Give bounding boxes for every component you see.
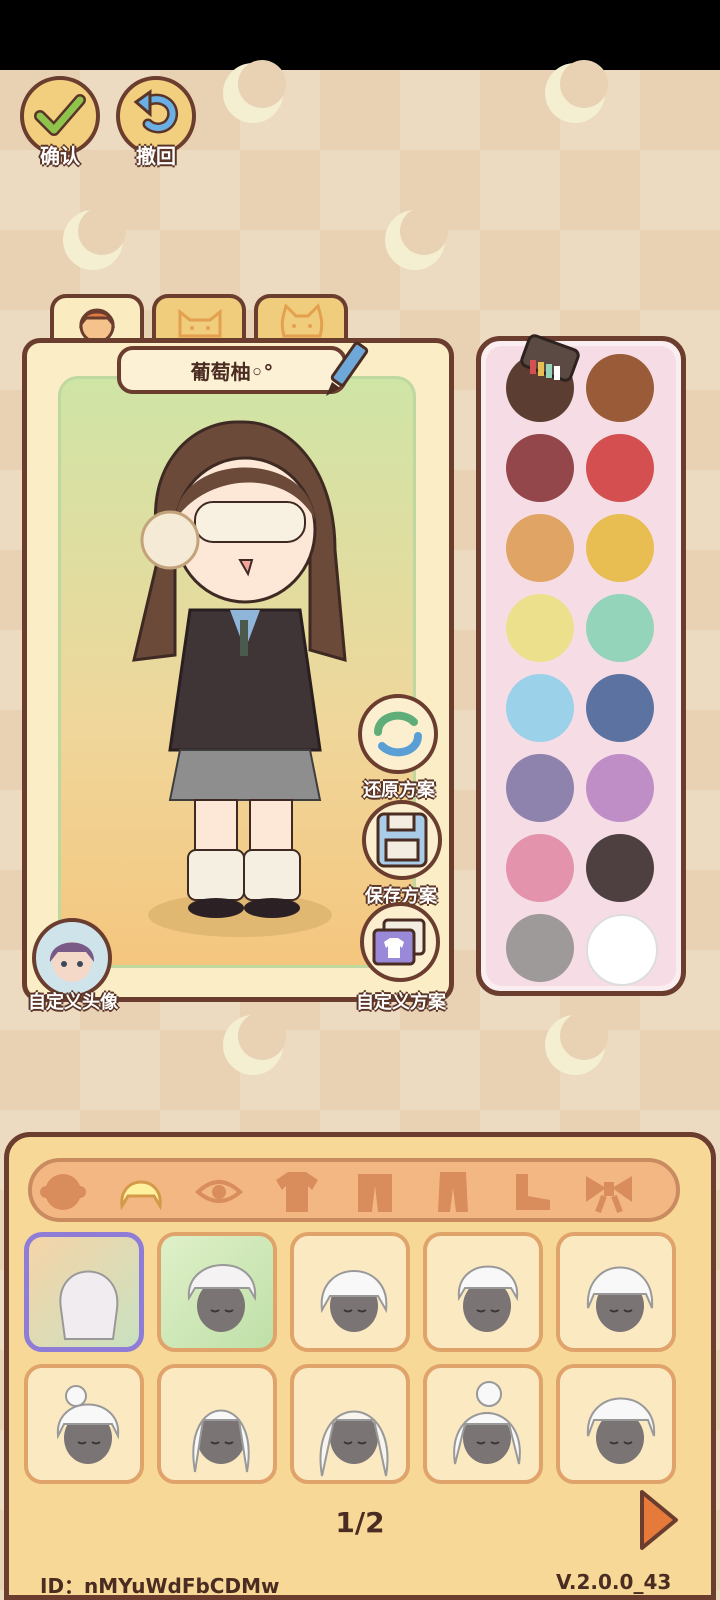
hair-preview-icon bbox=[187, 1264, 257, 1332]
restore-scheme-label: 还原方案 bbox=[363, 780, 435, 801]
moon-decoration-icon bbox=[63, 207, 126, 270]
color-swatch[interactable] bbox=[586, 914, 658, 986]
hair-preview-icon bbox=[453, 1381, 521, 1465]
hair-preview-icon bbox=[320, 1270, 388, 1332]
undo-icon bbox=[133, 89, 179, 134]
hair-preview-icon bbox=[59, 1270, 119, 1340]
face-icon[interactable] bbox=[36, 1166, 90, 1216]
character-figure bbox=[132, 420, 347, 937]
next-page-arrow-icon[interactable] bbox=[636, 1488, 680, 1552]
hair-preview-icon bbox=[457, 1265, 519, 1332]
status-bar bbox=[0, 0, 720, 70]
version-text: V.2.0.0_43 bbox=[556, 1570, 672, 1594]
coat-icon[interactable] bbox=[348, 1166, 402, 1216]
custom-scheme-label: 自定义方案 bbox=[356, 992, 446, 1013]
color-swatch[interactable] bbox=[506, 754, 574, 822]
clothing-cards-icon bbox=[372, 918, 426, 966]
tab-cat[interactable] bbox=[152, 294, 246, 344]
cat-icon bbox=[178, 308, 222, 338]
user-id: ID：nMYuWdFbCDMw bbox=[40, 1574, 280, 1598]
pants-icon[interactable] bbox=[426, 1166, 480, 1216]
hair-option[interactable] bbox=[157, 1232, 277, 1352]
hair-option[interactable] bbox=[423, 1364, 543, 1484]
hair-preview-icon bbox=[319, 1410, 389, 1477]
hair-option[interactable] bbox=[556, 1232, 676, 1352]
restore-scheme-button[interactable] bbox=[358, 694, 438, 774]
paint-palette-icon bbox=[520, 334, 580, 382]
color-swatch[interactable] bbox=[506, 834, 574, 902]
pencil-icon[interactable] bbox=[322, 338, 374, 400]
color-swatch[interactable] bbox=[586, 674, 654, 742]
color-swatch[interactable] bbox=[506, 914, 574, 982]
color-swatch[interactable] bbox=[586, 354, 654, 422]
shoes-icon[interactable] bbox=[504, 1166, 558, 1216]
color-swatch[interactable] bbox=[506, 594, 574, 662]
moon-decoration-icon bbox=[223, 1012, 286, 1075]
hair-option[interactable] bbox=[290, 1364, 410, 1484]
hair-option[interactable] bbox=[423, 1232, 543, 1352]
checkmark-icon bbox=[34, 94, 86, 136]
color-swatch[interactable] bbox=[506, 674, 574, 742]
moon-decoration-icon bbox=[223, 60, 286, 123]
tab-cat-face[interactable] bbox=[254, 294, 348, 344]
hair-preview-icon bbox=[192, 1409, 250, 1473]
moon-decoration-icon bbox=[545, 1012, 608, 1075]
cat-face-icon bbox=[280, 303, 324, 338]
color-swatch[interactable] bbox=[506, 514, 574, 582]
hair-option[interactable] bbox=[290, 1232, 410, 1352]
avatar-icon bbox=[49, 942, 95, 982]
undo-label: 撤回 bbox=[136, 144, 176, 168]
color-swatch[interactable] bbox=[586, 434, 654, 502]
hair-option[interactable] bbox=[556, 1364, 676, 1484]
custom-avatar-button[interactable] bbox=[32, 918, 112, 998]
color-swatch[interactable] bbox=[586, 834, 654, 902]
shirt-icon[interactable] bbox=[270, 1166, 324, 1216]
hair-option[interactable] bbox=[24, 1232, 144, 1352]
hair-icon[interactable] bbox=[114, 1166, 168, 1216]
color-swatch[interactable] bbox=[586, 594, 654, 662]
hair-option[interactable] bbox=[157, 1364, 277, 1484]
character-name[interactable]: 葡萄柚◦° bbox=[117, 346, 347, 394]
page-indicator: 1/2 bbox=[335, 1506, 385, 1539]
eye-icon[interactable] bbox=[192, 1166, 246, 1216]
moon-decoration-icon bbox=[385, 207, 448, 270]
hair-preview-icon bbox=[56, 1385, 120, 1464]
bow-icon[interactable] bbox=[582, 1166, 636, 1216]
color-swatch[interactable] bbox=[586, 754, 654, 822]
moon-decoration-icon bbox=[545, 60, 608, 123]
color-swatch[interactable] bbox=[506, 434, 574, 502]
color-swatch[interactable] bbox=[586, 514, 654, 582]
floppy-disk-icon bbox=[376, 812, 428, 868]
custom-scheme-button[interactable] bbox=[360, 902, 440, 982]
hair-option[interactable] bbox=[24, 1364, 144, 1484]
hair-preview-icon bbox=[586, 1397, 656, 1464]
refresh-icon bbox=[374, 711, 422, 757]
custom-avatar-label: 自定义头像 bbox=[28, 992, 118, 1013]
save-scheme-button[interactable] bbox=[362, 800, 442, 880]
confirm-label: 确认 bbox=[40, 144, 80, 168]
hair-preview-icon bbox=[586, 1266, 654, 1332]
